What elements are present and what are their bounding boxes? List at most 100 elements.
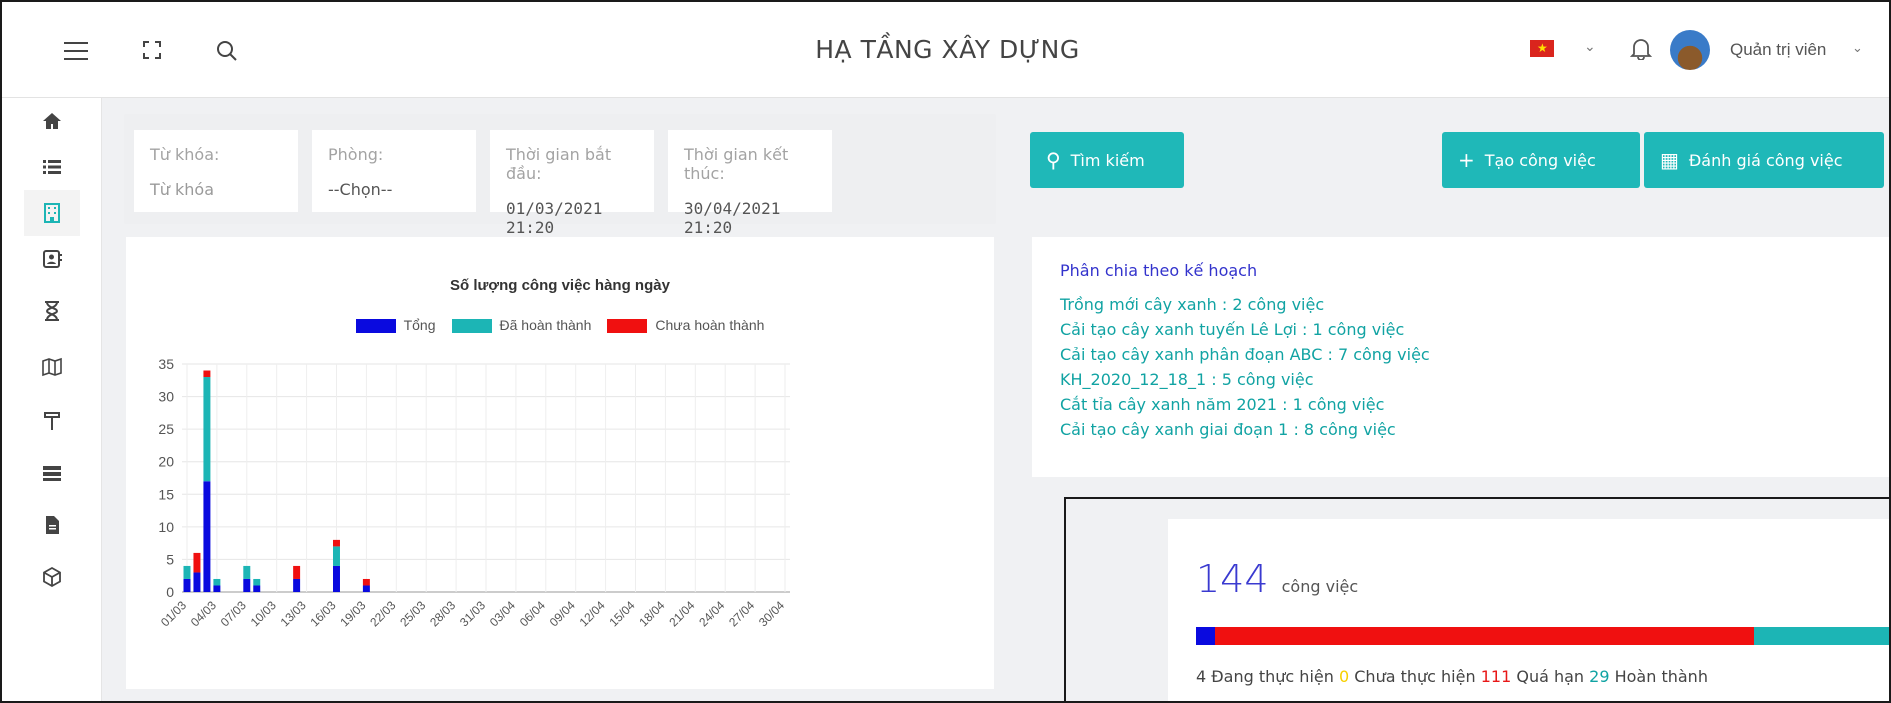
bar-Chưa hoàn thành (293, 565, 301, 579)
list-icon (43, 160, 61, 174)
bell-icon[interactable] (1630, 36, 1652, 60)
x-tick-label: 13/03 (278, 598, 309, 629)
bar-Tổng (362, 585, 370, 592)
chevron-down-icon[interactable]: ⌄ (1584, 38, 1596, 55)
bar-Đã hoàn thành (333, 546, 340, 566)
bar-Đã hoàn thành (183, 565, 191, 579)
y-tick-label: 0 (166, 584, 174, 600)
bar-Chưa hoàn thành (362, 578, 370, 586)
x-tick-label: 01/03 (158, 598, 189, 629)
start-time-input[interactable]: 01/03/2021 21:20 (506, 199, 638, 237)
start-time-label: Thời gian bắt đầu: (506, 145, 612, 183)
hammer-icon (44, 412, 60, 430)
sidebar-item-list[interactable] (24, 144, 80, 190)
bar-Tổng (183, 578, 191, 592)
server-icon (43, 466, 61, 481)
search-button[interactable]: ⚲ Tìm kiếm (1030, 132, 1184, 188)
vietnam-flag-icon[interactable] (1530, 40, 1554, 57)
legend-item-undone[interactable]: Chưa hoàn thành (607, 317, 764, 334)
plan-item: Cải tạo cây xanh tuyến Lê Lợi : 1 công v… (1060, 320, 1405, 339)
task-summary-frame: 144 công việc 4 Đang thực hiện 0 Chưa th… (1064, 497, 1889, 701)
create-task-button[interactable]: + Tạo công việc (1442, 132, 1640, 188)
sidebar-item-servers[interactable] (24, 450, 80, 496)
plan-item: KH_2020_12_18_1 : 5 công việc (1060, 370, 1314, 389)
total-task-count: 144 (1196, 557, 1269, 601)
x-tick-label: 06/04 (517, 598, 548, 629)
y-tick-label: 35 (158, 356, 174, 372)
plan-item: Cải tạo cây xanh giai đoạn 1 : 8 công vi… (1060, 420, 1396, 439)
sidebar-item-home[interactable] (24, 98, 80, 144)
user-menu-chevron-icon[interactable]: ⌄ (1852, 40, 1863, 56)
sidebar (2, 98, 102, 701)
create-task-label: Tạo công việc (1484, 150, 1596, 170)
top-bar: HẠ TẦNG XÂY DỰNG ⌄ Quản trị viên ⌄ (2, 2, 1889, 98)
bar-Tổng (293, 578, 301, 592)
room-value[interactable]: --Chọn-- (328, 180, 460, 199)
end-time-label: Thời gian kết thúc: (684, 145, 789, 183)
filter-panel: Từ khóa: Từ khóa Phòng: --Chọn-- Thời gi… (124, 114, 996, 237)
sidebar-item-tools[interactable] (24, 398, 80, 444)
bar-Tổng (193, 572, 201, 592)
total-task-unit: công việc (1281, 577, 1359, 596)
not-started-count: 0 (1338, 667, 1350, 686)
search-button-label: Tìm kiếm (1070, 150, 1145, 170)
plus-icon: + (1458, 148, 1475, 172)
x-tick-label: 19/03 (337, 598, 368, 629)
x-tick-label: 27/04 (726, 598, 757, 629)
document-icon (46, 516, 59, 534)
sidebar-item-cube[interactable] (24, 554, 80, 600)
x-tick-label: 31/03 (457, 598, 488, 629)
in-progress-segment (1196, 627, 1216, 645)
bar-Đã hoàn thành (213, 578, 221, 586)
y-tick-label: 15 (158, 486, 174, 502)
y-tick-label: 30 (158, 389, 174, 405)
x-tick-label: 24/04 (696, 598, 727, 629)
x-tick-label: 07/03 (218, 598, 249, 629)
sidebar-item-map[interactable] (24, 344, 80, 390)
keyword-field[interactable]: Từ khóa: Từ khóa (134, 130, 298, 212)
sidebar-item-contacts[interactable] (24, 236, 80, 282)
bar-Chưa hoàn thành (193, 552, 201, 573)
clipboard-icon: ▦ (1660, 148, 1679, 172)
in-progress-count: 4 (1196, 667, 1207, 686)
bar-Chưa hoàn thành (333, 539, 340, 547)
start-time-field[interactable]: Thời gian bắt đầu: 01/03/2021 21:20 (490, 130, 654, 237)
keyword-input[interactable]: Từ khóa (150, 180, 282, 199)
bar-Tổng (243, 578, 251, 592)
x-tick-label: 25/03 (397, 598, 428, 629)
done-count: 29 (1589, 667, 1610, 686)
x-tick-label: 04/03 (188, 598, 219, 629)
sidebar-item-documents[interactable] (24, 502, 80, 548)
overdue-label: Quá hạn (1516, 667, 1585, 686)
plan-breakdown: Phân chia theo kế hoạch Trồng mới cây xa… (1032, 237, 1889, 477)
bar-Tổng (253, 585, 261, 592)
bar-Đã hoàn thành (243, 565, 251, 579)
app-title: HẠ TẦNG XÂY DỰNG (815, 35, 1080, 64)
bar-Tổng (203, 481, 211, 592)
x-tick-label: 09/04 (547, 598, 578, 629)
task-summary-card: 144 công việc 4 Đang thực hiện 0 Chưa th… (1168, 519, 1889, 701)
plan-item: Cắt tỉa cây xanh năm 2021 : 1 công việc (1060, 395, 1385, 414)
evaluate-task-button[interactable]: ▦ Đánh giá công việc (1644, 132, 1884, 188)
chart-plot: 0510152025303501/0304/0307/0310/0313/031… (158, 356, 790, 629)
contact-card-icon (43, 250, 62, 268)
avatar[interactable] (1670, 30, 1710, 70)
user-name[interactable]: Quản trị viên (1730, 40, 1826, 60)
bar-Đã hoàn thành (253, 578, 261, 586)
y-tick-label: 25 (158, 421, 174, 437)
done-segment (1754, 627, 1889, 645)
x-tick-label: 10/03 (248, 598, 279, 629)
x-tick-label: 30/04 (756, 598, 787, 629)
bar-Chưa hoàn thành (203, 370, 211, 378)
room-select[interactable]: Phòng: --Chọn-- (312, 130, 476, 212)
end-time-field[interactable]: Thời gian kết thúc: 30/04/2021 21:20 (668, 130, 832, 237)
end-time-input[interactable]: 30/04/2021 21:20 (684, 199, 816, 237)
legend-item-total[interactable]: Tổng (355, 317, 436, 334)
plan-item: Cải tạo cây xanh phân đoạn ABC : 7 công … (1060, 345, 1430, 364)
x-tick-label: 18/04 (636, 598, 667, 629)
legend-item-done[interactable]: Đã hoàn thành (451, 317, 591, 334)
sidebar-item-building[interactable] (24, 190, 80, 236)
sidebar-item-hourglass[interactable] (24, 288, 80, 334)
status-breakdown: 4 Đang thực hiện 0 Chưa thực hiện 111 Qu… (1196, 667, 1708, 686)
evaluate-task-label: Đánh giá công việc (1688, 150, 1843, 170)
